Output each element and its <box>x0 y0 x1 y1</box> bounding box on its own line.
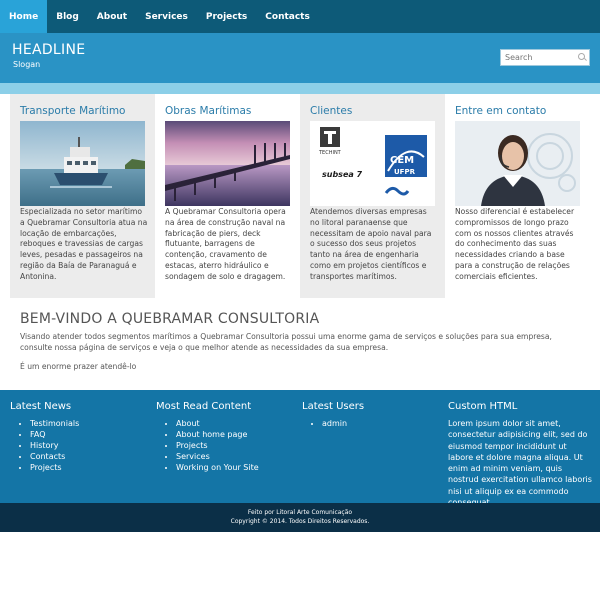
nav-menu: Home Blog About Services Projects Contac… <box>0 0 600 33</box>
latest-users-list: admin <box>302 418 442 429</box>
welcome-intro: Visando atender todos segmentos marítimo… <box>20 332 552 352</box>
site-headline: HEADLINE <box>12 42 86 58</box>
list-item[interactable]: Contacts <box>30 451 150 462</box>
search-box <box>500 49 590 66</box>
nav-link-blog[interactable]: Blog <box>56 12 79 22</box>
nav-item-projects[interactable]: Projects <box>197 0 256 33</box>
widget-title: Custom HTML <box>448 401 518 412</box>
feature-contato: Entre em contato Nosso diferencial é est… <box>445 94 590 298</box>
feature-title: Clientes <box>310 105 353 117</box>
site-header: HEADLINE Slogan <box>0 33 600 83</box>
list-item[interactable]: Projects <box>30 462 150 473</box>
welcome-title: BEM-VINDO A QUEBRAMAR CONSULTORIA <box>20 311 320 327</box>
feature-clientes: Clientes TECHINT CEM UFPR subsea 7 Atend… <box>300 94 445 298</box>
nav-item-contacts[interactable]: Contacts <box>256 0 319 33</box>
svg-text:CEM: CEM <box>390 155 414 166</box>
footer-widgets: Latest News Testimonials FAQ History Con… <box>0 390 600 507</box>
feature-title: Obras Marítimas <box>165 105 252 117</box>
nav-item-services[interactable]: Services <box>136 0 197 33</box>
most-read-widget: Most Read Content About About home page … <box>156 401 296 473</box>
custom-html-text: Lorem ipsum dolor sit amet, consectetur … <box>448 419 592 507</box>
svg-text:UFPR: UFPR <box>394 168 416 176</box>
list-item[interactable]: FAQ <box>30 429 150 440</box>
nav-item-blog[interactable]: Blog <box>47 0 88 33</box>
latest-news-widget: Latest News Testimonials FAQ History Con… <box>10 401 150 473</box>
techint-logo: TECHINT <box>318 127 342 156</box>
feature-title: Entre em contato <box>455 105 547 117</box>
client-logos: TECHINT CEM UFPR subsea 7 <box>310 121 435 206</box>
feature-obras: Obras Marítimas A Quebramar Consultoria … <box>155 94 300 298</box>
nav-item-home[interactable]: Home <box>0 0 48 33</box>
most-read-list: About About home page Projects Services … <box>156 418 296 473</box>
feature-title: Transporte Marítimo <box>20 105 126 117</box>
latest-users-widget: Latest Users admin <box>302 401 442 429</box>
site-slogan: Slogan <box>13 60 41 69</box>
list-item[interactable]: About home page <box>176 429 296 440</box>
cem-ufpr-logo: CEM UFPR <box>385 135 427 177</box>
welcome-section: BEM-VINDO A QUEBRAMAR CONSULTORIA Visand… <box>0 298 600 390</box>
nav-item-about[interactable]: About <box>88 0 136 33</box>
features-section: Transporte Marítimo Especializada no set… <box>0 94 600 298</box>
top-navigation: Home Blog About Services Projects Contac… <box>0 0 600 33</box>
widget-title: Most Read Content <box>156 401 252 412</box>
list-item[interactable]: admin <box>322 418 442 429</box>
list-item[interactable]: History <box>30 440 150 451</box>
list-item[interactable]: About <box>176 418 296 429</box>
search-input[interactable] <box>501 50 575 65</box>
svg-text:TECHINT: TECHINT <box>318 150 342 156</box>
welcome-thanks: É um enorme prazer atendê-lo <box>20 362 137 371</box>
nav-link-contacts[interactable]: Contacts <box>265 12 310 22</box>
credit-text: Feito por Litoral Arte Comunicação <box>247 509 353 516</box>
latest-news-list: Testimonials FAQ History Contacts Projec… <box>10 418 150 473</box>
pier-image <box>165 121 290 206</box>
boat-image <box>20 121 145 206</box>
feature-transporte: Transporte Marítimo Especializada no set… <box>10 94 155 298</box>
widget-title: Latest News <box>10 401 72 412</box>
search-icon[interactable] <box>575 50 589 65</box>
bottom-bar: Feito por Litoral Arte Comunicação Copyr… <box>0 503 600 532</box>
nav-link-projects[interactable]: Projects <box>206 12 247 22</box>
feature-text: Atendemos diversas empresas no litoral p… <box>310 207 432 281</box>
feature-text: A Quebramar Consultoria opera na área de… <box>165 207 286 281</box>
list-item[interactable]: Services <box>176 451 296 462</box>
nav-link-about[interactable]: About <box>97 12 127 22</box>
list-item[interactable]: Working on Your Site <box>176 462 296 473</box>
nav-link-home[interactable]: Home <box>9 12 38 22</box>
list-item[interactable]: Testimonials <box>30 418 150 429</box>
subsea-logo: subsea 7 <box>322 170 363 179</box>
custom-html-widget: Custom HTML Lorem ipsum dolor sit amet, … <box>448 401 592 508</box>
header-stripe <box>0 83 600 94</box>
copyright-text: Copyright © 2014. Todos Direitos Reserva… <box>230 518 370 525</box>
nav-link-services[interactable]: Services <box>145 12 188 22</box>
feature-text: Nosso diferencial é estabelecer compromi… <box>455 207 575 281</box>
widget-title: Latest Users <box>302 401 365 412</box>
feature-text: Especializada no setor marítimo a Quebra… <box>20 207 148 281</box>
list-item[interactable]: Projects <box>176 440 296 451</box>
operator-image <box>455 121 580 206</box>
